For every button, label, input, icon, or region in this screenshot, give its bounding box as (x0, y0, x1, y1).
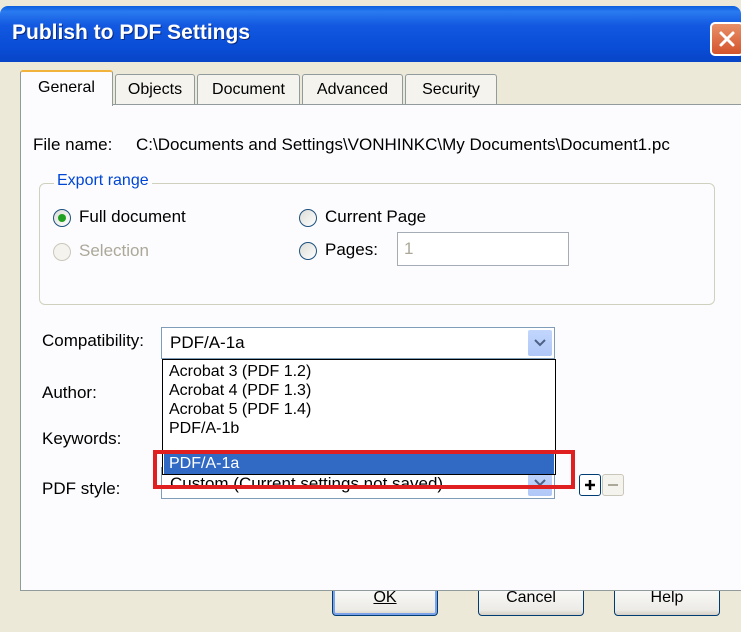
pages-label[interactable]: Pages: (325, 240, 378, 260)
tab-security[interactable]: Security (405, 74, 497, 105)
remove-style-button (602, 474, 624, 496)
ok-button-label: OK (373, 589, 397, 606)
pdf-style-label: PDF style: (42, 479, 121, 498)
tab-objects[interactable]: Objects (115, 74, 195, 105)
tab-document[interactable]: Document (197, 74, 300, 105)
selection-radio (53, 243, 71, 261)
add-style-button[interactable] (579, 474, 601, 496)
export-range-legend: Export range (54, 172, 152, 190)
compatibility-value: PDF/A-1a (170, 333, 245, 352)
current-page-radio[interactable] (299, 209, 317, 227)
current-page-label[interactable]: Current Page (325, 207, 426, 227)
compatibility-select[interactable]: PDF/A-1a (161, 327, 555, 359)
dropdown-option[interactable]: Acrobat 5 (PDF 1.4) (169, 400, 311, 420)
close-icon (719, 31, 735, 47)
annotation-highlight-box (153, 450, 575, 489)
pages-input[interactable]: 1 (397, 232, 569, 266)
keywords-label: Keywords: (42, 429, 122, 448)
file-name-value: C:\Documents and Settings\VONHINKC\My Do… (136, 135, 670, 154)
chevron-down-icon (534, 339, 546, 347)
pages-radio[interactable] (299, 242, 317, 260)
close-button[interactable] (710, 22, 741, 56)
dropdown-option[interactable]: PDF/A-1b (169, 419, 239, 439)
window-title: Publish to PDF Settings (12, 21, 251, 44)
file-name-label: File name: (33, 135, 113, 154)
full-document-label[interactable]: Full document (79, 207, 186, 227)
cancel-button-label: Cancel (506, 589, 556, 606)
dropdown-option[interactable]: Acrobat 3 (PDF 1.2) (169, 362, 311, 382)
compatibility-label: Compatibility: (42, 331, 145, 350)
general-tab-panel: File name: C:\Documents and Settings\VON… (20, 104, 741, 591)
tab-advanced[interactable]: Advanced (302, 74, 403, 105)
full-document-radio[interactable] (53, 209, 71, 227)
compatibility-dropdown-button[interactable] (528, 330, 552, 356)
tab-general[interactable]: General (20, 70, 113, 106)
title-bar: Publish to PDF Settings (0, 6, 741, 62)
publish-pdf-dialog: Publish to PDF Settings General Objects … (0, 0, 741, 632)
dropdown-option[interactable]: Acrobat 4 (PDF 1.3) (169, 381, 311, 401)
plus-icon (585, 480, 595, 490)
help-button-label: Help (650, 589, 684, 606)
minus-icon (608, 484, 618, 486)
selection-label: Selection (79, 241, 149, 260)
author-label: Author: (42, 383, 97, 402)
